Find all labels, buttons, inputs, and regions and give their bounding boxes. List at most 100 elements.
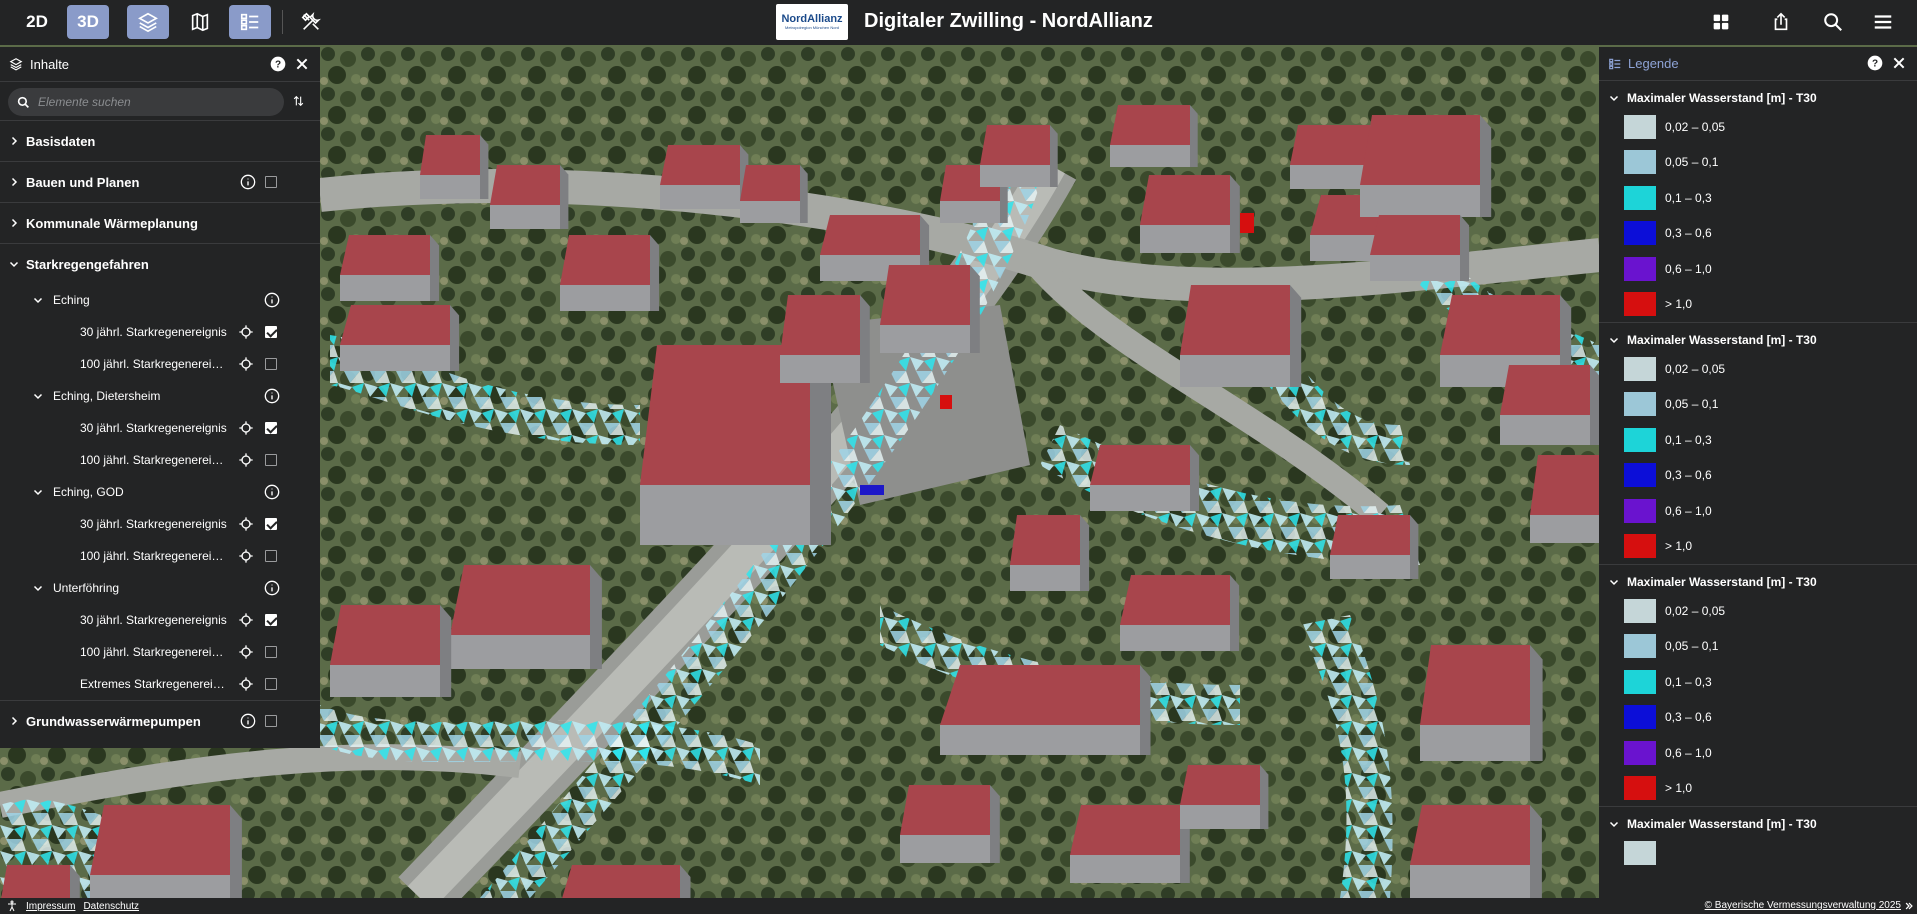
layer-checkbox[interactable] xyxy=(265,550,277,562)
building-roof xyxy=(1120,575,1230,625)
zoom-to-layer-icon[interactable] xyxy=(238,420,254,436)
legend-toggle-button[interactable] xyxy=(229,5,271,39)
mode-2d-button[interactable]: 2D xyxy=(18,5,56,39)
tree-item-basisdaten[interactable]: Basisdaten xyxy=(0,120,320,161)
help-icon[interactable]: ? xyxy=(1867,55,1883,71)
tree-item-bauen-und-planen[interactable]: Bauen und Planen xyxy=(0,161,320,202)
zoom-to-layer-icon[interactable] xyxy=(238,452,254,468)
layer-checkbox-checked[interactable] xyxy=(265,518,277,530)
legend-item: 0,3 – 0,6 xyxy=(1599,458,1917,494)
share-icon xyxy=(1774,12,1788,31)
mode-3d-button[interactable]: 3D xyxy=(67,5,109,39)
tree-item-eching-god[interactable]: Eching, GOD xyxy=(0,476,320,508)
legend-item: 0,3 – 0,6 xyxy=(1599,216,1917,252)
legend-section-1: Maximaler Wasserstand [m] - T30 0,02 – 0… xyxy=(1599,80,1917,322)
zoom-to-layer-icon[interactable] xyxy=(238,676,254,692)
legend-section-header[interactable]: Maximaler Wasserstand [m] - T30 xyxy=(1599,813,1917,835)
building-wall xyxy=(900,835,990,863)
zoom-to-layer-icon[interactable] xyxy=(238,612,254,628)
info-icon[interactable] xyxy=(264,484,280,500)
zoom-to-layer-icon[interactable] xyxy=(238,548,254,564)
tree-item-eching-dietersheim[interactable]: Eching, Dietersheim xyxy=(0,380,320,412)
grid-icon xyxy=(1713,14,1729,30)
map-tools-button[interactable] xyxy=(179,5,221,39)
contents-search-box[interactable] xyxy=(8,88,284,116)
share-button[interactable] xyxy=(1766,8,1796,36)
menu-button[interactable] xyxy=(1868,8,1898,36)
legend-section-header[interactable]: Maximaler Wasserstand [m] - T30 xyxy=(1599,87,1917,109)
info-icon[interactable] xyxy=(264,388,280,404)
zoom-to-layer-icon[interactable] xyxy=(238,644,254,660)
building-wall xyxy=(1140,225,1230,253)
layer-checkbox-checked[interactable] xyxy=(265,614,277,626)
layer-checkbox-checked[interactable] xyxy=(265,326,277,338)
datenschutz-link[interactable]: Datenschutz xyxy=(83,901,139,912)
building-side xyxy=(1050,125,1058,187)
layer-checkbox[interactable] xyxy=(265,454,277,466)
tree-item-unterfoehring-extrem[interactable]: Extremes Starkregenereignis xyxy=(0,668,320,700)
tree-item-grundwasserwaermepumpen[interactable]: Grundwasserwärmepumpen xyxy=(0,700,320,741)
impressum-link[interactable]: Impressum xyxy=(26,901,75,912)
tree-item-dietersheim-100[interactable]: 100 jährl. Starkregenereignis xyxy=(0,444,320,476)
legend-swatch xyxy=(1624,705,1656,730)
accessibility-icon[interactable] xyxy=(6,900,18,912)
layers-button[interactable] xyxy=(127,5,169,39)
legend-item-label: 0,3 – 0,6 xyxy=(1665,226,1712,241)
layer-checkbox-checked[interactable] xyxy=(265,422,277,434)
layer-checkbox[interactable] xyxy=(265,176,277,188)
info-icon[interactable] xyxy=(264,292,280,308)
building-side xyxy=(1140,665,1151,755)
chevron-down-icon xyxy=(33,489,43,496)
legend-section-header[interactable]: Maximaler Wasserstand [m] - T30 xyxy=(1599,571,1917,593)
tree-item-eching[interactable]: Eching xyxy=(0,284,320,316)
building-side xyxy=(590,565,602,669)
hamburger-menu-icon xyxy=(1874,15,1892,29)
layer-checkbox[interactable] xyxy=(265,358,277,370)
apps-grid-button[interactable] xyxy=(1706,8,1736,36)
sort-icon[interactable] xyxy=(292,94,305,108)
zoom-to-layer-icon[interactable] xyxy=(238,516,254,532)
help-icon[interactable]: ? xyxy=(270,56,286,72)
tree-item-kommunale-waermeplanung[interactable]: Kommunale Wärmeplanung xyxy=(0,202,320,243)
tree-item-label: Basisdaten xyxy=(26,133,96,149)
legend-swatch xyxy=(1624,463,1656,488)
tree-item-eching-100[interactable]: 100 jährl. Starkregenereignis xyxy=(0,348,320,380)
info-icon[interactable] xyxy=(240,713,256,729)
layer-checkbox[interactable] xyxy=(265,715,277,727)
building-side xyxy=(1410,515,1419,579)
building-side xyxy=(970,265,980,353)
tree-item-unterfoehring-100[interactable]: 100 jährl. Starkregenereignis xyxy=(0,636,320,668)
info-icon[interactable] xyxy=(264,580,280,596)
legend-item-label: 0,02 – 0,05 xyxy=(1665,119,1726,134)
tree-item-label: Bauen und Planen xyxy=(26,174,140,190)
map-signpost-icon xyxy=(191,12,209,32)
tree-item-unterfoehring[interactable]: Unterföhring xyxy=(0,572,320,604)
tree-item-god-100[interactable]: 100 jährl. Starkregenereignis xyxy=(0,540,320,572)
close-icon[interactable] xyxy=(1891,55,1907,71)
legend-section-title: Maximaler Wasserstand [m] - T30 xyxy=(1627,91,1817,105)
chevron-double-right-icon[interactable] xyxy=(1904,901,1914,911)
info-icon[interactable] xyxy=(240,174,256,190)
tree-item-dietersheim-30[interactable]: 30 jährl. Starkregenereignis xyxy=(0,412,320,444)
search-button[interactable] xyxy=(1818,8,1848,36)
building-side xyxy=(430,235,440,301)
layer-checkbox[interactable] xyxy=(265,646,277,658)
building-side xyxy=(1530,805,1542,898)
building-roof xyxy=(880,265,970,325)
contents-search-input[interactable] xyxy=(38,95,258,109)
zoom-to-layer-icon[interactable] xyxy=(238,356,254,372)
chevron-down-icon xyxy=(1609,579,1619,586)
tree-item-unterfoehring-30[interactable]: 30 jährl. Starkregenereignis xyxy=(0,604,320,636)
legend-section-header[interactable]: Maximaler Wasserstand [m] - T30 xyxy=(1599,329,1917,351)
tools-button[interactable] xyxy=(294,5,328,39)
legend-item-label: > 1,0 xyxy=(1665,297,1693,312)
layer-checkbox[interactable] xyxy=(265,678,277,690)
copyright-link[interactable]: © Bayerische Vermessungsverwaltung 2025 xyxy=(1705,900,1901,911)
building-roof xyxy=(1500,365,1590,415)
zoom-to-layer-icon[interactable] xyxy=(238,324,254,340)
tree-item-eching-30[interactable]: 30 jährl. Starkregenereignis xyxy=(0,316,320,348)
tree-item-starkregengefahren[interactable]: Starkregengefahren xyxy=(0,243,320,284)
close-icon[interactable] xyxy=(294,56,310,72)
tree-item-god-30[interactable]: 30 jährl. Starkregenereignis xyxy=(0,508,320,540)
tree-item-label: Eching xyxy=(53,293,90,307)
